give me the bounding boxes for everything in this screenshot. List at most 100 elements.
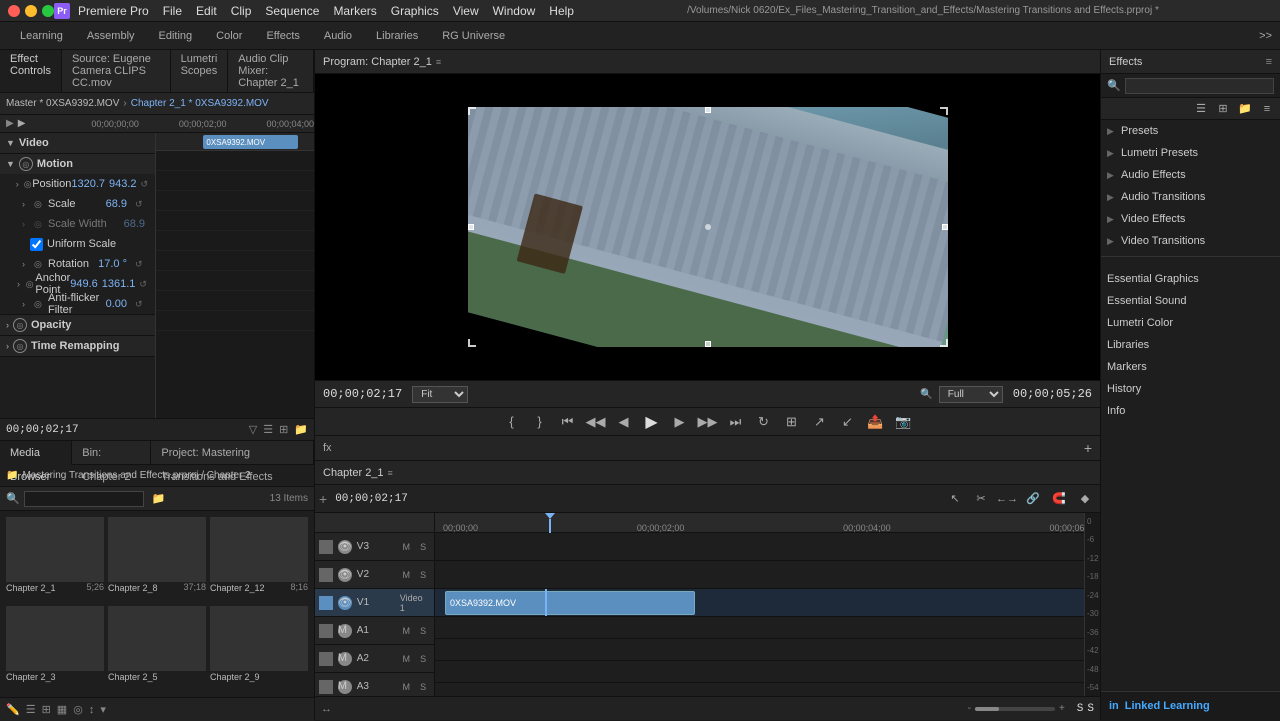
ec-list-icon[interactable]: ☰ [263,423,273,436]
position-y-value[interactable]: 943.2 [109,178,137,190]
effect-item-info[interactable]: Info [1101,400,1280,422]
go-to-in-button[interactable]: ⏮ [556,410,580,434]
track-v2-lock-icon[interactable] [319,568,333,582]
track-a3-solo-icon[interactable]: S [416,680,430,694]
rotation-reset-icon[interactable]: ↺ [135,259,149,270]
track-select-icon[interactable]: ←→ [996,488,1018,510]
rotation-value[interactable]: 17.0 ° [98,258,127,270]
effect-item-essential-graphics[interactable]: Essential Graphics [1101,268,1280,290]
grid-view-icon[interactable]: ⊞ [42,703,51,716]
position-expand-icon[interactable]: › [16,179,22,189]
play-button[interactable]: ▶ [640,410,664,434]
effects-grid-view-icon[interactable]: ⊞ [1214,100,1232,118]
transform-handle-right[interactable] [942,224,948,230]
scale-reset-icon[interactable]: ↺ [135,199,149,210]
effects-panel-menu-icon[interactable]: ≡ [1258,100,1276,118]
track-a2-solo-icon[interactable]: S [416,652,430,666]
program-monitor-menu-icon[interactable]: ≡ [436,57,441,67]
tab-audio-clip-mixer[interactable]: Audio Clip Mixer: Chapter 2_1 [228,50,314,92]
step-forward-button[interactable]: ▶▶ [696,410,720,434]
tl-zoom-in-icon[interactable]: + [1059,703,1065,714]
track-a3-lock-icon[interactable] [319,680,333,694]
tab-source-monitor[interactable]: Source: Eugene Camera CLIPS CC.mov [62,50,171,92]
track-v2-solo-icon[interactable]: S [416,568,430,582]
tl-zoom-slider[interactable] [975,707,1055,711]
tab-project[interactable]: Project: Mastering Transitions and Effec… [151,441,314,465]
anti-flicker-reset-icon[interactable]: ↺ [135,299,149,310]
track-v1-eye-icon[interactable]: 👁 [338,596,352,610]
scale-expand-icon[interactable]: › [22,199,32,209]
list-view-icon[interactable]: ☰ [26,703,36,716]
overwrite-button[interactable]: ↙ [836,410,860,434]
effect-item-history[interactable]: History [1101,378,1280,400]
tab-learning[interactable]: Learning [8,22,75,50]
effect-item-presets[interactable]: ▶ Presets [1101,120,1280,142]
track-a2-eye-icon[interactable]: M [338,652,352,666]
position-stopwatch-icon[interactable]: ◎ [24,179,32,190]
list-item[interactable]: Chapter 2_12 8;16 [210,517,308,602]
selection-tool-icon[interactable]: ↖ [944,488,966,510]
effect-item-libraries[interactable]: Libraries [1101,334,1280,356]
media-search-input[interactable] [24,491,144,507]
rotation-expand-icon[interactable]: › [22,259,32,269]
ec-motion-header[interactable]: ▼ ◎ Motion [0,154,155,174]
maximize-button[interactable] [42,5,54,17]
anchor-x-value[interactable]: 949.6 [70,278,98,290]
ec-filter-icon[interactable]: ▽ [249,423,257,436]
track-eye-icon[interactable]: 👁 [338,540,352,554]
effect-item-markers[interactable]: Markers [1101,356,1280,378]
insert-button[interactable]: ↗ [808,410,832,434]
track-a1-eye-icon[interactable]: M [338,624,352,638]
ec-grid-icon[interactable]: ⊞ [279,423,288,436]
track-lock-icon[interactable] [319,540,333,554]
menu-graphics[interactable]: Graphics [391,4,439,18]
magnet-icon[interactable]: 🧲 [1048,488,1070,510]
transform-handle-left[interactable] [468,224,474,230]
track-a1-solo-icon[interactable]: S [416,624,430,638]
tl-zoom-out-icon[interactable]: - [968,703,971,714]
time-remap-stopwatch-icon[interactable]: ◎ [13,339,27,353]
tab-rg-universe[interactable]: RG Universe [430,22,517,50]
tab-libraries[interactable]: Libraries [364,22,430,50]
tl-fit-button[interactable]: ↔ [321,703,332,715]
menu-view[interactable]: View [453,4,479,18]
new-folder-icon[interactable]: 📁 [152,492,166,505]
tab-editing[interactable]: Editing [147,22,205,50]
transform-handle-bottom[interactable] [705,341,711,347]
track-a1-lock-icon[interactable] [319,624,333,638]
anchor-expand-icon[interactable]: › [17,279,24,289]
mark-in-button[interactable]: { [500,410,524,434]
track-a2-lock-icon[interactable] [319,652,333,666]
effects-menu-icon[interactable]: ≡ [1266,56,1272,68]
pencil-icon[interactable]: ✏️ [6,703,20,716]
list-item[interactable]: Chapter 2_9 [210,606,308,691]
anchor-reset-icon[interactable]: ↺ [139,279,149,290]
ec-time-remapping-header[interactable]: › ◎ Time Remapping [0,336,155,356]
effects-new-folder-icon[interactable]: 📁 [1236,100,1254,118]
anti-flicker-stopwatch-icon[interactable]: ◎ [34,299,48,310]
tab-assembly[interactable]: Assembly [75,22,147,50]
program-timecode[interactable]: 00;00;02;17 [323,387,402,401]
tab-lumetri-scopes[interactable]: Lumetri Scopes [171,50,229,92]
effect-item-video-transitions[interactable]: ▶ Video Transitions [1101,230,1280,252]
tab-effects[interactable]: Effects [254,22,311,50]
menu-clip[interactable]: Clip [231,4,252,18]
anti-flicker-value[interactable]: 0.00 [106,298,127,310]
next-frame-button[interactable]: ▶ [668,410,692,434]
effects-search-input[interactable] [1125,78,1274,94]
mark-out-button[interactable]: } [528,410,552,434]
track-v1-lock-icon[interactable] [319,596,333,610]
effects-list-view-icon[interactable]: ☰ [1192,100,1210,118]
timeline-ruler[interactable]: 00;00;00 00;00;02;00 00;00;04;00 00;00;0… [435,513,1100,533]
motion-stopwatch-icon[interactable]: ◎ [19,157,33,171]
workspace-more[interactable]: >> [1259,30,1272,42]
list-item[interactable]: Chapter 2_8 37;18 [108,517,206,602]
rotation-stopwatch-icon[interactable]: ◎ [34,259,48,270]
add-track-icon[interactable]: + [319,491,327,507]
playback-icon[interactable]: ◎ [73,703,83,716]
sequence-clip-name[interactable]: Chapter 2_1 * 0XSA9392.MOV [131,98,269,109]
scale-stopwatch-icon[interactable]: ◎ [34,199,48,210]
effect-item-lumetri-presets[interactable]: ▶ Lumetri Presets [1101,142,1280,164]
list-item[interactable]: Chapter 2_1 5;26 [6,517,104,602]
video-clip[interactable]: 0XSA9392.MOV [445,591,695,615]
